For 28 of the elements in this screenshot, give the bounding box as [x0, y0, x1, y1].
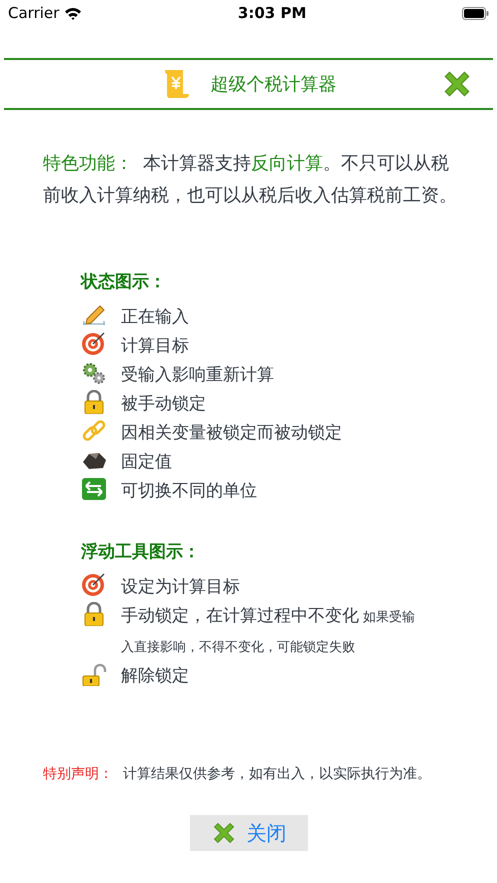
swap-icon [81, 477, 107, 501]
legend-text: 设定为计算目标 [121, 576, 241, 599]
clock-time: 3:03 PM [238, 4, 306, 22]
target-icon [81, 573, 107, 597]
legend-text: 解除锁定 [121, 665, 190, 688]
legend-text: 受输入影响重新计算 [121, 364, 275, 387]
wifi-icon [64, 6, 82, 20]
feature-description: 特色功能： 本计算器支持反向计算。不只可以从税前收入计算纳税，也可以从税后收入估算税前工资。 [43, 152, 457, 208]
section-title: 状态图示： [81, 271, 167, 293]
legend-text: 固定值 [121, 451, 173, 474]
target-icon [81, 332, 107, 356]
window-title: 超级个税计算器 [210, 73, 336, 96]
chain-icon [81, 419, 107, 443]
legend-text: 计算目标 [121, 335, 190, 358]
gears-icon [81, 361, 107, 385]
legend-text: 手动锁定，在计算过程中不变化 如果受输入直接影响，不得不变化，可能锁定失败 [121, 605, 416, 657]
pencil-icon [81, 303, 107, 327]
legend-text: 被手动锁定 [121, 393, 207, 416]
close-button[interactable]: 关闭 [190, 815, 308, 851]
unlock-icon [81, 662, 107, 686]
section-title: 浮动工具图示： [81, 541, 201, 563]
battery-icon [462, 6, 489, 20]
legend-text: 可切换不同的单位 [121, 480, 258, 503]
disclaimer-text: 计算结果仅供参考，如有出入，以实际执行为准。 [123, 765, 431, 783]
disclaimer-label: 特别声明： [43, 765, 113, 783]
legend-text: 因相关变量被锁定而被动锁定 [121, 422, 343, 445]
carrier-label: Carrier [8, 4, 60, 22]
legend-text: 正在输入 [121, 306, 190, 329]
